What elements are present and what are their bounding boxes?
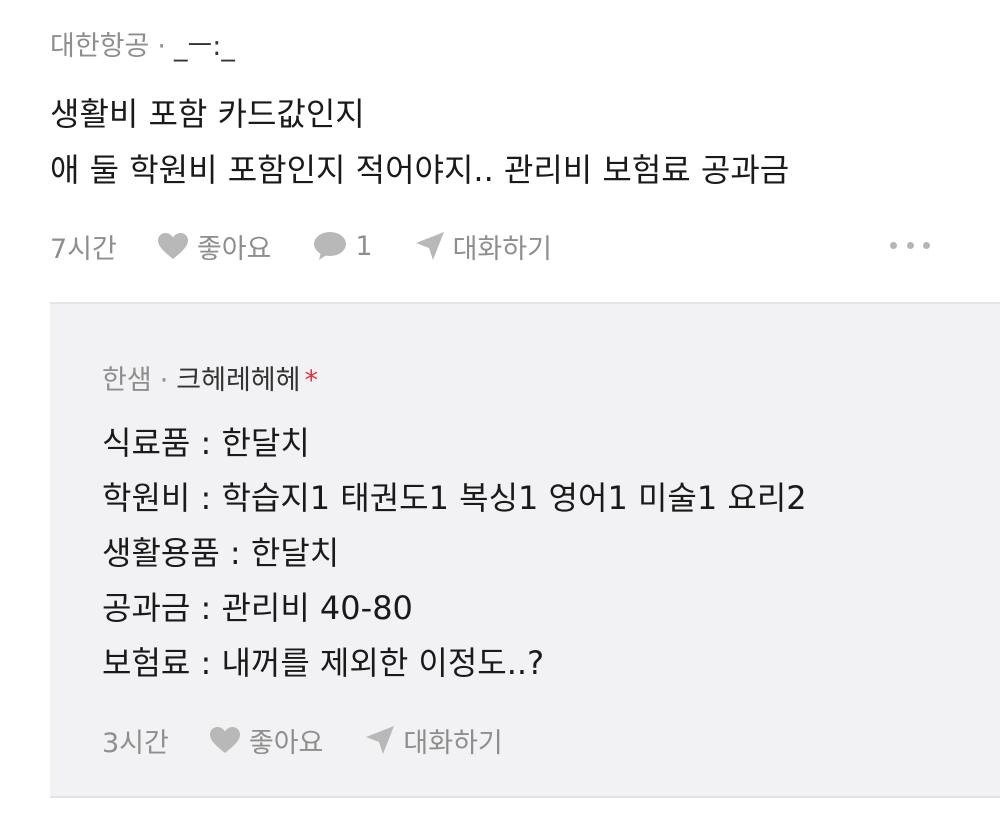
reply-time: 3시간 <box>102 727 169 759</box>
reply-chat-button[interactable]: 대화하기 <box>365 721 503 760</box>
comment-line: 애 둘 학원비 포함인지 적어야지.. 관리비 보험료 공과금 <box>50 151 790 189</box>
comment-line: 생활비 포함 카드값인지 <box>50 95 365 133</box>
reply-company[interactable]: 한샘 <box>102 365 152 396</box>
comment-time: 7시간 <box>50 233 117 265</box>
comment: 대한항공 · _ㅡ:_ 생활비 포함 카드값인지 애 둘 학원비 포함인지 적어야지… <box>0 0 1000 300</box>
comment-company[interactable]: 대한항공 <box>50 31 149 62</box>
author-mark: * <box>304 365 318 396</box>
comment-meta: 대한항공 · _ㅡ:_ <box>50 24 235 63</box>
more-dot <box>890 241 897 249</box>
chat-button[interactable]: 대화하기 <box>415 227 552 266</box>
reply-meta: 한샘 · 크헤레헤헤 * <box>102 358 318 397</box>
reply-line: 보험료 : 내꺼를 제외한 이정도..? <box>102 644 545 682</box>
comment-body: 생활비 포함 카드값인지 애 둘 학원비 포함인지 적어야지.. 관리비 보험료… <box>50 86 789 198</box>
comment-actions: 7시간 좋아요 1 대화하기 <box>50 224 552 268</box>
like-label: 좋아요 <box>248 727 324 759</box>
bottom-divider <box>50 796 1000 798</box>
reply-nickname[interactable]: 크헤레헤헤 <box>176 365 300 396</box>
reply-count-button[interactable]: 1 <box>313 230 373 262</box>
reply-line: 식료품 : 한달치 <box>102 424 310 462</box>
reply-line: 생활용품 : 한달치 <box>102 534 340 572</box>
send-icon <box>415 232 444 260</box>
like-button[interactable]: 좋아요 <box>157 227 272 266</box>
more-icon[interactable] <box>890 230 930 260</box>
meta-separator: · <box>159 365 169 396</box>
chat-label: 대화하기 <box>452 233 552 265</box>
reply-count: 1 <box>355 230 373 262</box>
more-dot <box>923 241 930 249</box>
reply-like-button[interactable]: 좋아요 <box>209 721 324 760</box>
chat-label: 대화하기 <box>403 727 503 759</box>
reply-body: 식료품 : 한달치 학원비 : 학습지1 태권도1 복싱1 영어1 미술1 요리… <box>102 416 807 691</box>
reply-line: 공과금 : 관리비 40-80 <box>102 589 413 627</box>
reply-comment: 한샘 · 크헤레헤헤 * 식료품 : 한달치 학원비 : 학습지1 태권도1 복싱1 … <box>50 304 1000 797</box>
comment-nickname[interactable]: _ㅡ:_ <box>174 31 235 62</box>
reply-actions: 3시간 좋아요 대화하기 <box>102 718 503 762</box>
comment-bubble-icon <box>314 232 347 260</box>
heart-icon <box>209 727 240 753</box>
send-icon <box>366 726 395 754</box>
meta-separator: · <box>157 31 166 62</box>
more-dot <box>906 241 914 249</box>
heart-icon <box>157 233 188 259</box>
reply-line: 학원비 : 학습지1 태권도1 복싱1 영어1 미술1 요리2 <box>102 479 807 517</box>
like-label: 좋아요 <box>196 233 272 265</box>
